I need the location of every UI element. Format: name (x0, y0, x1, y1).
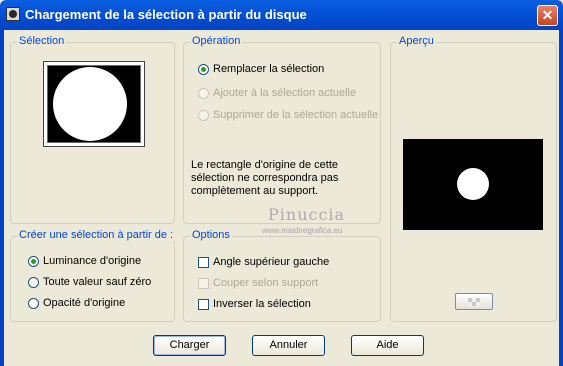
check-invert-selection[interactable]: Inverser la sélection (198, 297, 311, 313)
checkbox[interactable] (198, 256, 209, 268)
radio-button[interactable] (28, 255, 39, 267)
radio-source-luminance[interactable]: Luminance d'origine (28, 254, 141, 270)
radio-label: Opacité d'origine (43, 297, 126, 309)
checkbox-label: Couper selon support (213, 277, 319, 289)
operation-note: Le rectangle d'origine de cette sélectio… (191, 159, 339, 197)
create-from-group: Créer une sélection à partir de : Lumina… (10, 229, 176, 322)
selection-thumbnail-picker[interactable] (43, 61, 145, 147)
radio-button[interactable] (198, 109, 209, 121)
radio-label: Supprimer de la sélection actuelle (213, 109, 379, 121)
radio-label: Ajouter à la sélection actuelle (213, 87, 357, 99)
radio-button[interactable] (28, 276, 39, 288)
radio-button[interactable] (198, 87, 209, 99)
checkbox[interactable] (198, 277, 209, 289)
radio-add-to-selection[interactable]: Ajouter à la sélection actuelle (198, 86, 356, 102)
create-from-group-label: Créer une sélection à partir de : (17, 229, 176, 241)
watermark-url: www.maidiregrafica.eu (262, 226, 343, 235)
preview-group-label: Aperçu (397, 35, 436, 47)
preview-group: Aperçu (390, 35, 557, 322)
radio-source-opacity[interactable]: Opacité d'origine (28, 296, 125, 312)
selection-thumbnail (48, 66, 140, 142)
checkbox[interactable] (198, 298, 209, 310)
radio-replace-selection[interactable]: Remplacer la sélection (198, 62, 324, 78)
radio-button[interactable] (198, 63, 209, 75)
check-crop-to-canvas[interactable]: Couper selon support (198, 276, 318, 292)
operation-group: Opération Remplacer la sélection Ajouter… (183, 35, 381, 224)
radio-label: Luminance d'origine (43, 255, 142, 267)
checkbox-label: Inverser la sélection (213, 298, 311, 310)
radio-button[interactable] (28, 297, 39, 309)
preview-navigate-button[interactable] (455, 293, 493, 310)
options-group: Options Angle supérieur gauche Couper se… (183, 229, 381, 322)
preview-image (403, 139, 543, 230)
radio-remove-from-selection[interactable]: Supprimer de la sélection actuelle (198, 108, 378, 124)
options-group-label: Options (190, 229, 232, 241)
window-title: Chargement de la sélection à partir du d… (25, 7, 307, 22)
app-icon (6, 7, 20, 21)
checkbox-label: Angle supérieur gauche (213, 256, 330, 268)
radio-label: Toute valeur sauf zéro (43, 276, 152, 288)
selection-group-label: Sélection (17, 35, 67, 47)
operation-group-label: Opération (190, 35, 243, 47)
selection-group: Sélection (10, 35, 175, 224)
load-button[interactable]: Charger (153, 335, 226, 356)
checkerboard-icon (468, 298, 480, 306)
check-top-left-corner[interactable]: Angle supérieur gauche (198, 255, 329, 271)
cancel-button[interactable]: Annuler (252, 335, 325, 356)
radio-any-non-zero[interactable]: Toute valeur sauf zéro (28, 275, 151, 291)
close-button[interactable]: ✕ (537, 5, 558, 26)
help-button[interactable]: Aide (351, 335, 424, 356)
radio-label: Remplacer la sélection (213, 63, 325, 75)
watermark-name: Pinuccia (268, 205, 346, 224)
title-bar: Chargement de la sélection à partir du d… (0, 0, 563, 30)
